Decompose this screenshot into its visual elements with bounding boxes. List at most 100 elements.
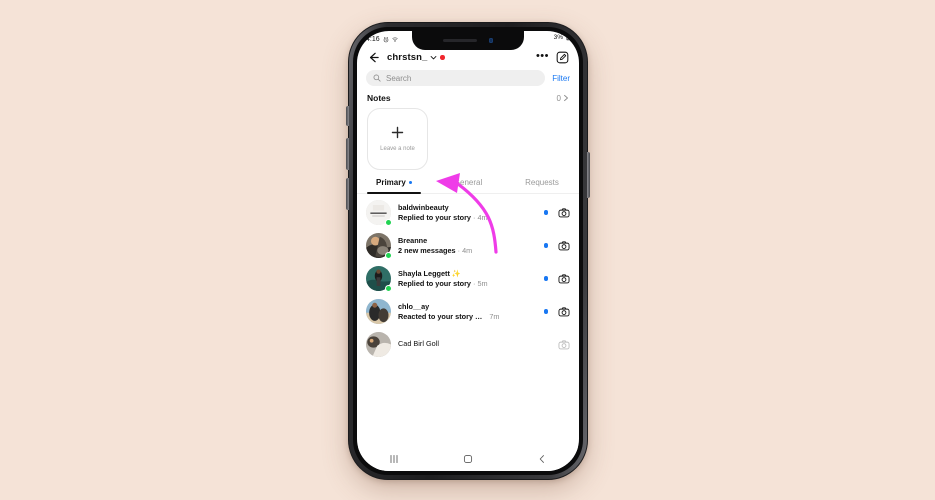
unread-dot <box>543 243 548 248</box>
message-preview: Replied to your story · 5m <box>398 279 537 288</box>
leave-a-note-label: Leave a note <box>380 146 415 152</box>
status-bar-left: 4:16 <box>366 36 398 43</box>
unread-dot <box>543 210 548 215</box>
message-sender-name: Shayla Leggett ✨ <box>398 268 462 278</box>
message-time: 7m <box>489 312 500 322</box>
camera-icon[interactable] <box>558 207 570 219</box>
message-separator: · <box>473 279 476 289</box>
phone-side-button-volume-down[interactable] <box>346 178 349 210</box>
filter-button[interactable]: Filter <box>552 74 570 83</box>
tab-requests-label: Requests <box>525 178 559 187</box>
message-row-actions <box>543 240 570 252</box>
message-row[interactable]: baldwinbeauty Replied to your story · 4m <box>357 196 579 229</box>
message-text: chlo__ay Reacted to your story … 7m <box>398 302 537 322</box>
avatar-image <box>366 332 391 357</box>
search-input[interactable]: Search <box>366 70 546 86</box>
status-bar-time: 4:16 <box>366 35 380 43</box>
message-row-actions <box>543 273 570 285</box>
earpiece-speaker <box>442 39 477 42</box>
search-placeholder: Search <box>386 73 412 83</box>
phone-screen: 4:16 3% chrstsn_ ••• Search Filter Notes… <box>357 31 579 471</box>
message-sender-name: Cad Birl Goll <box>398 339 439 349</box>
front-camera <box>488 38 494 43</box>
phone-side-button-mute[interactable] <box>346 106 349 126</box>
more-options-button[interactable]: ••• <box>536 50 549 63</box>
unread-badge-dot <box>440 55 445 60</box>
online-status-dot <box>384 251 392 259</box>
notes-strip: Leave a note <box>357 108 579 174</box>
account-switcher[interactable]: chrstsn_ <box>387 52 445 63</box>
message-preview-text: 2 new messages <box>398 246 456 256</box>
phone-side-button-volume-up[interactable] <box>346 138 349 170</box>
message-time: 4m <box>462 246 473 256</box>
alarm-icon <box>383 36 388 42</box>
message-sender-name: baldwinbeauty <box>398 202 449 212</box>
message-list: baldwinbeauty Replied to your story · 4m <box>357 194 579 361</box>
message-preview-text: Replied to your story <box>398 279 471 289</box>
plus-icon <box>391 126 404 139</box>
notes-header: Notes 0 <box>357 93 579 103</box>
phone-side-button-power[interactable] <box>587 152 590 198</box>
account-username: chrstsn_ <box>387 52 428 63</box>
message-row[interactable]: chlo__ay Reacted to your story … 7m <box>357 295 579 328</box>
leave-a-note-card[interactable]: Leave a note <box>367 108 428 170</box>
online-status-dot <box>384 284 392 292</box>
message-preview: 2 new messages · 4m <box>398 246 537 255</box>
recent-apps-icon[interactable] <box>388 453 400 465</box>
message-text: Cad Birl Goll <box>398 339 551 350</box>
avatar[interactable] <box>366 200 392 226</box>
avatar[interactable] <box>366 233 392 259</box>
phone-notch <box>412 31 524 50</box>
message-preview-text: Reacted to your story … <box>398 312 483 322</box>
compose-message-icon[interactable] <box>556 51 569 64</box>
status-bar-right: 3% <box>554 34 571 41</box>
chevron-right-icon <box>564 94 568 102</box>
search-icon <box>373 74 381 82</box>
message-sender-name: chlo__ay <box>398 301 430 311</box>
chevron-down-icon <box>431 56 437 60</box>
message-time: 4m <box>477 213 488 223</box>
avatar[interactable] <box>366 299 391 324</box>
tab-primary[interactable]: Primary <box>357 174 431 194</box>
online-status-dot <box>384 218 392 226</box>
camera-icon[interactable] <box>558 240 570 252</box>
message-row[interactable]: Shayla Leggett ✨ Replied to your story ·… <box>357 262 579 295</box>
camera-icon[interactable] <box>558 339 570 351</box>
app-header: chrstsn_ ••• <box>357 47 579 70</box>
inbox-tabs: Primary General Requests <box>357 174 579 194</box>
message-row[interactable]: Cad Birl Goll <box>357 328 579 361</box>
message-separator: · <box>473 213 476 223</box>
search-row: Search Filter <box>357 70 579 86</box>
message-preview: Replied to your story · 4m <box>398 213 537 222</box>
back-icon[interactable] <box>536 453 548 465</box>
message-separator: · <box>457 246 461 256</box>
back-arrow-icon[interactable] <box>367 51 380 64</box>
tab-general[interactable]: General <box>431 174 505 193</box>
message-preview-text: Replied to your story <box>398 213 471 223</box>
message-row-actions <box>543 207 570 219</box>
wifi-icon <box>391 36 398 42</box>
message-row-actions <box>558 339 570 351</box>
tab-general-label: General <box>453 178 483 187</box>
unread-dot <box>543 309 548 314</box>
notes-title: Notes <box>367 93 391 103</box>
avatar[interactable] <box>366 332 391 357</box>
home-icon[interactable] <box>462 453 474 465</box>
notes-count-link[interactable]: 0 <box>557 94 569 103</box>
message-row-actions <box>543 306 570 318</box>
unread-dot <box>543 276 548 281</box>
message-preview: Reacted to your story … 7m <box>398 312 537 321</box>
message-row[interactable]: Breanne 2 new messages · 4m <box>357 229 579 262</box>
avatar-image <box>366 299 391 324</box>
notes-count: 0 <box>556 93 561 103</box>
android-navigation-bar <box>357 447 579 471</box>
message-text: baldwinbeauty Replied to your story · 4m <box>398 203 537 223</box>
tab-requests[interactable]: Requests <box>505 174 579 193</box>
battery-percent-label: 3% <box>553 34 563 41</box>
camera-icon[interactable] <box>558 306 570 318</box>
tab-primary-label: Primary <box>376 178 406 187</box>
avatar[interactable] <box>366 266 392 292</box>
message-text: Shayla Leggett ✨ Replied to your story ·… <box>398 269 537 289</box>
tab-primary-dot <box>408 180 412 185</box>
camera-icon[interactable] <box>558 273 570 285</box>
